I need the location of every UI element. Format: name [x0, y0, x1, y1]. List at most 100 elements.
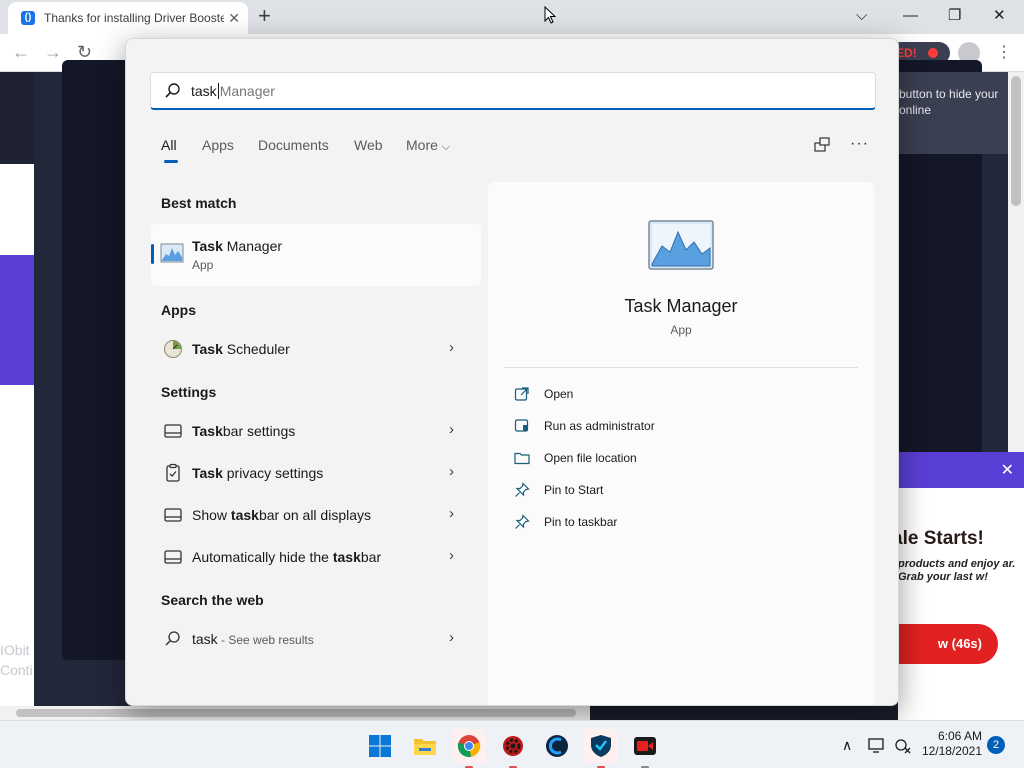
- tab-all[interactable]: All: [161, 137, 177, 153]
- windows-logo-icon: [369, 735, 391, 757]
- chevron-right-icon[interactable]: ›: [449, 505, 454, 522]
- close-window-button[interactable]: ✕: [993, 6, 1006, 26]
- tab-search-chevron-icon[interactable]: ⌵: [856, 6, 867, 26]
- shield-icon: [514, 419, 529, 432]
- setting-show-taskbar-label: Show taskbar on all displays: [192, 507, 372, 523]
- setting-task-privacy[interactable]: Task privacy settings ›: [151, 455, 481, 491]
- shield-icon: [591, 735, 611, 757]
- system-clock[interactable]: 6:06 AM 12/18/2021: [918, 729, 982, 759]
- open-external-icon: [514, 387, 529, 401]
- recorder-label: ED!: [896, 46, 917, 60]
- clock-date: 12/18/2021: [921, 744, 982, 758]
- task-manager-icon: [160, 243, 184, 263]
- search-switch-icon[interactable]: [811, 135, 833, 157]
- best-match-title: Task Manager: [192, 238, 283, 254]
- search-web-heading: Search the web: [161, 592, 264, 608]
- action-pin-to-taskbar[interactable]: Pin to taskbar: [514, 512, 844, 534]
- ad-cta-button[interactable]: w (46s): [898, 624, 998, 664]
- more-options-button[interactable]: ···: [850, 135, 869, 153]
- show-hidden-icons-button[interactable]: ∧: [842, 737, 852, 754]
- chevron-down-icon: ⌵: [441, 141, 451, 153]
- taskbar-icon: [164, 550, 182, 564]
- task-scheduler-icon: [164, 340, 182, 358]
- folder-icon: [514, 452, 530, 465]
- ad-title: ale Starts!: [898, 528, 984, 549]
- apps-heading: Apps: [161, 302, 196, 318]
- chevron-right-icon[interactable]: ›: [449, 629, 454, 646]
- setting-task-privacy-label: Task privacy settings: [192, 465, 324, 481]
- chrome-icon: [457, 735, 481, 757]
- best-match-kind: App: [192, 258, 214, 272]
- action-pin-to-start[interactable]: Pin to Start: [514, 480, 844, 502]
- chevron-right-icon[interactable]: ›: [449, 421, 454, 438]
- taskbar-icon: [164, 424, 182, 438]
- new-tab-button[interactable]: +: [258, 4, 271, 28]
- minimize-button[interactable]: —: [903, 6, 918, 26]
- driver-booster-button[interactable]: [496, 729, 530, 768]
- setting-taskbar-settings[interactable]: Taskbar settings ›: [151, 413, 481, 449]
- browser-tab-strip: () Thanks for installing Driver Booster …: [0, 0, 1024, 34]
- screen-recorder-button[interactable]: [628, 729, 662, 768]
- windows-taskbar: ∧ 6:06 AM 12/18/2021 2: [0, 720, 1024, 768]
- file-explorer-button[interactable]: [408, 729, 442, 763]
- task-manager-large-icon: [648, 220, 714, 270]
- chrome-button[interactable]: [452, 729, 486, 768]
- forward-button[interactable]: →: [44, 42, 62, 62]
- advanced-systemcare-button[interactable]: [540, 729, 574, 763]
- notification-badge[interactable]: 2: [987, 736, 1005, 754]
- taskbar-icon: [164, 508, 182, 522]
- tab-apps[interactable]: Apps: [202, 137, 234, 153]
- detail-app-kind: App: [670, 323, 692, 337]
- start-button[interactable]: [363, 729, 397, 763]
- action-run-as-admin[interactable]: Run as administrator: [514, 416, 844, 438]
- chevron-right-icon[interactable]: ›: [449, 547, 454, 564]
- tab-web[interactable]: Web: [354, 137, 383, 153]
- setting-auto-hide-label: Automatically hide the taskbar: [192, 549, 382, 565]
- search-input[interactable]: task Manager: [150, 72, 876, 110]
- tab-close-icon[interactable]: ✕: [228, 9, 240, 27]
- clock-time: 6:06 AM: [937, 729, 982, 743]
- back-button[interactable]: ←: [12, 42, 30, 62]
- settings-heading: Settings: [161, 384, 217, 400]
- setting-auto-hide-taskbar[interactable]: Automatically hide the taskbar ›: [151, 539, 481, 575]
- display-icon[interactable]: [868, 736, 886, 754]
- best-match-heading: Best match: [161, 195, 237, 211]
- chevron-right-icon[interactable]: ›: [449, 339, 454, 356]
- reload-button[interactable]: ↻: [77, 42, 92, 62]
- tooltip-box: button to hide your online: [895, 72, 1015, 154]
- active-tab-indicator: [164, 160, 178, 163]
- video-record-icon: [634, 737, 656, 755]
- mouse-pointer-icon: [544, 6, 556, 24]
- horizontal-scrollbar[interactable]: [0, 706, 590, 720]
- browser-menu-button[interactable]: ⋮: [996, 42, 1012, 62]
- action-open-file-location[interactable]: Open file location: [514, 448, 844, 470]
- pin-icon: [515, 482, 530, 497]
- app-task-scheduler-label: Task Scheduler: [192, 341, 290, 357]
- ad-close-icon[interactable]: ✕: [1001, 460, 1014, 480]
- best-match-task-manager[interactable]: Task Manager App: [151, 224, 481, 286]
- start-search-flyout: task Manager All Apps Documents Web More …: [125, 38, 899, 706]
- tab-more[interactable]: More ⌵: [406, 137, 450, 154]
- text-caret: [217, 83, 219, 99]
- advanced-systemcare-icon: [546, 735, 568, 757]
- page-left-strip: [0, 72, 34, 706]
- setting-show-taskbar-all-displays[interactable]: Show taskbar on all displays ›: [151, 497, 481, 533]
- app-task-scheduler[interactable]: Task Scheduler ›: [151, 331, 481, 367]
- tab-documents[interactable]: Documents: [258, 137, 329, 153]
- divider: [504, 367, 858, 368]
- autocomplete-suggestion: Manager: [219, 83, 275, 99]
- iobit-protection-button[interactable]: [584, 729, 618, 768]
- sale-ad-popup: ✕ ale Starts! products and enjoy ar. Gra…: [898, 452, 1024, 720]
- result-detail-pane: Task Manager App Open Run as administrat…: [488, 182, 874, 705]
- network-disconnected-icon[interactable]: [893, 736, 911, 754]
- browser-tab[interactable]: () Thanks for installing Driver Booster …: [8, 2, 248, 34]
- restore-button[interactable]: ❐: [948, 6, 961, 26]
- detail-app-name: Task Manager: [624, 296, 738, 316]
- action-open[interactable]: Open: [514, 384, 844, 406]
- record-dot-icon: [928, 48, 938, 58]
- search-text: task Manager: [191, 83, 275, 99]
- search-icon: [165, 631, 180, 646]
- web-search-result[interactable]: task - See web results ›: [151, 621, 481, 657]
- gear-icon: [503, 736, 523, 756]
- chevron-right-icon[interactable]: ›: [449, 463, 454, 480]
